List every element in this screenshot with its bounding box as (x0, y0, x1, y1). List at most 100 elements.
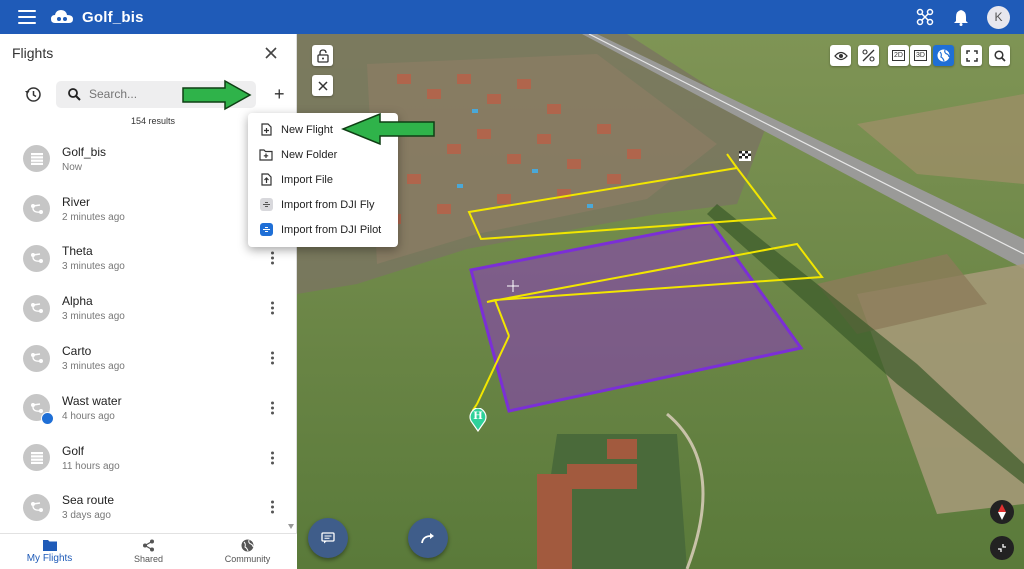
more-vert-icon[interactable] (271, 451, 275, 465)
menu-icon[interactable] (18, 10, 36, 24)
eye-icon (833, 51, 848, 60)
more-vert-icon[interactable] (271, 401, 275, 415)
view-3d-label: 3D (914, 50, 927, 61)
flight-name: Sea route (62, 493, 115, 508)
menu-item-label: Import from DJI Pilot (281, 223, 382, 236)
dji-fly-icon (259, 198, 273, 212)
flight-avatar (23, 294, 50, 322)
recenter-button[interactable] (990, 536, 1014, 560)
menu-item-import-dji-pilot[interactable]: Import from DJI Pilot (248, 217, 398, 242)
lock-button[interactable] (312, 45, 333, 66)
map-search-button[interactable] (989, 45, 1010, 66)
add-menu-dropdown: New Flight New Folder Import File Import… (248, 113, 398, 247)
flight-name: Wast water (62, 393, 122, 408)
search-input[interactable] (89, 87, 239, 101)
view-2d-button[interactable]: 2D (888, 45, 909, 66)
flight-time: 2 minutes ago (62, 211, 125, 223)
dji-pilot-icon (259, 223, 273, 237)
flight-list-item[interactable]: Sea route 3 days ago (0, 483, 297, 533)
flight-name: Golf (62, 443, 85, 458)
bottom-nav: My Flights Shared Community (0, 533, 297, 569)
flight-avatar (23, 394, 54, 426)
flight-list-item[interactable]: Wast water 4 hours ago (0, 383, 297, 433)
more-vert-icon[interactable] (271, 351, 275, 365)
flight-avatar (23, 444, 50, 472)
path-icon (30, 252, 44, 264)
flight-name: Theta (62, 244, 93, 259)
clear-button[interactable] (312, 75, 333, 96)
panel-title: Flights (12, 45, 54, 61)
nav-my-flights[interactable]: My Flights (0, 534, 99, 569)
path-icon (30, 352, 44, 364)
nav-community-label: Community (224, 554, 271, 564)
compass-icon[interactable] (990, 500, 1014, 524)
close-icon (317, 80, 328, 91)
public-globe-icon (41, 412, 54, 426)
search-icon (993, 49, 1006, 62)
flight-name: Golf_bis (62, 144, 107, 159)
flight-time: 11 hours ago (62, 460, 120, 472)
app-title: Golf_bis (82, 8, 144, 26)
globe-view-button[interactable] (933, 45, 954, 66)
nav-my-flights-label: My Flights (26, 553, 73, 564)
more-vert-icon[interactable] (271, 301, 275, 315)
share-icon (143, 539, 154, 552)
fullscreen-icon (965, 49, 978, 62)
home-marker[interactable]: H (469, 407, 487, 433)
menu-item-label: New Folder (281, 148, 338, 161)
path-icon (30, 302, 44, 314)
map-view[interactable]: H 2D 3D (297, 34, 1024, 569)
redo-button[interactable] (408, 518, 448, 558)
close-icon[interactable] (262, 44, 280, 62)
nav-shared[interactable]: Shared (99, 534, 198, 569)
flight-list-item[interactable]: Carto 3 minutes ago (0, 333, 297, 383)
hide-drone-button[interactable] (858, 45, 879, 66)
flight-list-item[interactable]: Golf 11 hours ago (0, 433, 297, 483)
visibility-button[interactable] (830, 45, 851, 66)
user-avatar[interactable]: K (987, 5, 1010, 29)
folder-icon (42, 540, 57, 551)
menu-item-label: Import File (281, 173, 333, 186)
satellite-map (297, 34, 1024, 569)
menu-item-label: New Flight (281, 123, 333, 136)
flight-name: River (62, 194, 91, 209)
view-3d-button[interactable]: 3D (910, 45, 931, 66)
flight-avatar (23, 493, 50, 521)
grid-icon (30, 152, 43, 165)
drone-icon[interactable] (915, 7, 935, 27)
flight-time: 3 minutes ago (62, 311, 125, 323)
lock-icon (316, 48, 329, 63)
menu-item-import-file[interactable]: Import File (248, 167, 398, 192)
menu-item-new-flight[interactable]: New Flight (248, 117, 398, 142)
drone-off-icon (862, 49, 875, 62)
grid-icon (30, 451, 43, 464)
scroll-down-icon[interactable] (288, 524, 294, 529)
flight-avatar (23, 244, 50, 272)
globe-icon (937, 49, 950, 62)
add-icon[interactable]: + (274, 85, 285, 103)
flight-name: Carto (62, 344, 92, 359)
menu-item-import-dji-fly[interactable]: Import from DJI Fly (248, 192, 398, 217)
flight-time: 4 hours ago (62, 410, 115, 422)
home-marker-label: H (473, 411, 483, 422)
comment-icon (321, 532, 335, 544)
menu-item-new-folder[interactable]: New Folder (248, 142, 398, 167)
flight-time: Now (62, 161, 83, 173)
more-vert-icon[interactable] (271, 500, 275, 514)
redo-icon (421, 532, 434, 543)
flight-avatar (23, 145, 50, 173)
bell-icon[interactable] (951, 7, 971, 27)
history-icon[interactable] (24, 85, 42, 103)
import-file-icon (259, 173, 273, 187)
flight-time: 3 minutes ago (62, 261, 125, 273)
path-icon (30, 402, 44, 414)
more-vert-icon[interactable] (271, 251, 275, 265)
notes-button[interactable] (308, 518, 348, 558)
nav-community[interactable]: Community (198, 534, 297, 569)
menu-item-label: Import from DJI Fly (281, 198, 375, 211)
fullscreen-button[interactable] (961, 45, 982, 66)
search-icon (68, 87, 81, 101)
flight-time: 3 days ago (62, 510, 111, 522)
flight-list-item[interactable]: Alpha 3 minutes ago (0, 283, 297, 333)
flight-avatar (23, 344, 50, 372)
